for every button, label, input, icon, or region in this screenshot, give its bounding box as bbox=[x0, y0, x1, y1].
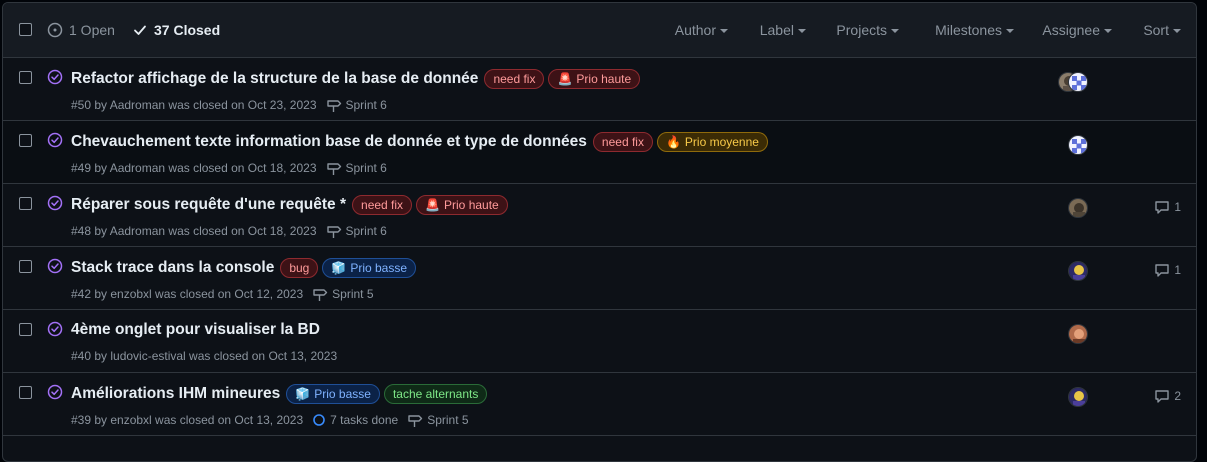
caret-down-icon bbox=[1173, 29, 1181, 34]
issue-row: Réparer sous requête d'une requête * nee… bbox=[3, 184, 1196, 247]
label-need-fix[interactable]: need fix bbox=[352, 195, 413, 215]
caret-down-icon bbox=[798, 29, 806, 34]
milestone-link[interactable]: Sprint 6 bbox=[326, 97, 387, 113]
milestones-filter[interactable]: Milestones bbox=[935, 22, 1014, 38]
milestone-icon bbox=[408, 415, 423, 427]
issue-opened-icon bbox=[47, 22, 63, 38]
caret-down-icon bbox=[1006, 29, 1014, 34]
issue-title-link[interactable]: Refactor affichage de la structure de la… bbox=[71, 70, 478, 88]
issue-title-link[interactable]: Stack trace dans la console bbox=[71, 259, 274, 277]
label-filter[interactable]: Label bbox=[760, 22, 806, 38]
issue-row: Stack trace dans la console bug 🧊 Prio ba… bbox=[3, 247, 1196, 310]
avatar[interactable] bbox=[1068, 72, 1088, 92]
fire-icon: 🔥 bbox=[665, 135, 681, 149]
issue-closed-icon bbox=[47, 69, 63, 85]
caret-down-icon bbox=[891, 29, 899, 34]
issue-closed-icon bbox=[47, 132, 63, 148]
issue-title-link[interactable]: Améliorations IHM mineures bbox=[71, 385, 280, 403]
milestone-link[interactable]: Sprint 5 bbox=[312, 286, 374, 302]
open-issues-tab[interactable]: 1 Open bbox=[47, 22, 115, 38]
issue-row: Améliorations IHM mineures 🧊 Prio basse t… bbox=[3, 373, 1196, 436]
label-bug[interactable]: bug bbox=[280, 258, 319, 278]
comment-icon bbox=[1155, 201, 1170, 214]
label-prio-basse[interactable]: 🧊 Prio basse bbox=[286, 384, 380, 404]
issue-checkbox[interactable] bbox=[19, 71, 32, 84]
check-icon bbox=[134, 25, 146, 35]
issue-row: Chevauchement texte information base de … bbox=[3, 121, 1196, 184]
select-all-checkbox[interactable] bbox=[19, 23, 32, 36]
comments-link[interactable]: 1 bbox=[1154, 262, 1181, 278]
assignee-filter[interactable]: Assignee bbox=[1042, 22, 1112, 38]
comments-link[interactable]: 2 bbox=[1154, 388, 1181, 404]
issue-checkbox[interactable] bbox=[19, 197, 32, 210]
task-progress-ring-icon bbox=[313, 414, 325, 426]
label-prio-moyenne[interactable]: 🔥 Prio moyenne bbox=[656, 132, 768, 152]
beacon-icon: 🚨 bbox=[425, 198, 441, 212]
issue-meta: #39 by enzobxl was closed on Oct 13, 202… bbox=[71, 413, 304, 427]
issue-closed-icon bbox=[47, 195, 63, 211]
avatar[interactable] bbox=[1068, 324, 1088, 344]
closed-count: 37 Closed bbox=[154, 22, 221, 38]
issue-closed-icon bbox=[47, 384, 63, 400]
label-prio-basse[interactable]: 🧊 Prio basse bbox=[322, 258, 417, 278]
milestone-link[interactable]: Sprint 6 bbox=[326, 223, 387, 239]
issue-checkbox[interactable] bbox=[19, 386, 32, 399]
issues-list-header: 1 Open 37 Closed Author Label Projects M… bbox=[3, 3, 1196, 58]
sort-filter[interactable]: Sort bbox=[1143, 22, 1181, 38]
milestone-icon bbox=[326, 226, 341, 238]
issue-meta: #40 by ludovic-estival was closed on Oct… bbox=[71, 349, 338, 363]
avatar[interactable] bbox=[1068, 135, 1088, 155]
issue-meta: #49 by Aadroman was closed on Oct 18, 20… bbox=[71, 161, 317, 175]
caret-down-icon bbox=[720, 29, 728, 34]
label-tache-alternants[interactable]: tache alternants bbox=[383, 384, 488, 404]
label-need-fix[interactable]: need fix bbox=[592, 132, 653, 152]
cube-icon: 🧊 bbox=[331, 261, 347, 275]
issue-closed-icon bbox=[47, 258, 63, 274]
avatar[interactable] bbox=[1068, 387, 1088, 407]
issue-closed-icon bbox=[47, 321, 63, 337]
comments-link[interactable]: 1 bbox=[1154, 199, 1181, 215]
label-need-fix[interactable]: need fix bbox=[484, 69, 545, 89]
milestone-link[interactable]: Sprint 6 bbox=[326, 160, 387, 176]
issue-row: 4ème onglet pour visualiser la BD #40 by… bbox=[3, 310, 1196, 373]
avatar[interactable] bbox=[1068, 198, 1088, 218]
task-progress[interactable]: 7 tasks done bbox=[312, 413, 398, 427]
issue-row: Refactor affichage de la structure de la… bbox=[3, 58, 1196, 121]
issue-checkbox[interactable] bbox=[19, 260, 32, 273]
issue-meta: #48 by Aadroman was closed on Oct 18, 20… bbox=[71, 224, 317, 238]
author-filter[interactable]: Author bbox=[675, 22, 728, 38]
comment-icon bbox=[1155, 264, 1170, 277]
milestone-icon bbox=[326, 100, 341, 112]
issue-checkbox[interactable] bbox=[19, 323, 32, 336]
closed-issues-tab[interactable]: 37 Closed bbox=[132, 22, 220, 38]
open-count: 1 Open bbox=[69, 22, 115, 38]
comment-icon bbox=[1155, 390, 1170, 403]
issue-title-link[interactable]: Chevauchement texte information base de … bbox=[71, 133, 587, 151]
issues-list: 1 Open 37 Closed Author Label Projects M… bbox=[2, 2, 1197, 462]
label-prio-haute[interactable]: 🚨 Prio haute bbox=[416, 195, 508, 215]
issue-checkbox[interactable] bbox=[19, 134, 32, 147]
milestone-icon bbox=[313, 289, 328, 301]
caret-down-icon bbox=[1104, 29, 1112, 34]
cube-icon: 🧊 bbox=[295, 387, 311, 401]
beacon-icon: 🚨 bbox=[557, 72, 573, 86]
issue-title-link[interactable]: Réparer sous requête d'une requête * bbox=[71, 196, 346, 214]
label-prio-haute[interactable]: 🚨 Prio haute bbox=[548, 69, 641, 89]
issue-meta: #50 by Aadroman was closed on Oct 23, 20… bbox=[71, 98, 317, 112]
issue-meta: #42 by enzobxl was closed on Oct 12, 202… bbox=[71, 287, 304, 301]
milestone-icon bbox=[326, 163, 341, 175]
issue-title-link[interactable]: 4ème onglet pour visualiser la BD bbox=[71, 321, 320, 339]
avatar[interactable] bbox=[1068, 261, 1088, 281]
milestone-link[interactable]: Sprint 5 bbox=[407, 412, 469, 428]
projects-filter[interactable]: Projects bbox=[836, 22, 899, 38]
